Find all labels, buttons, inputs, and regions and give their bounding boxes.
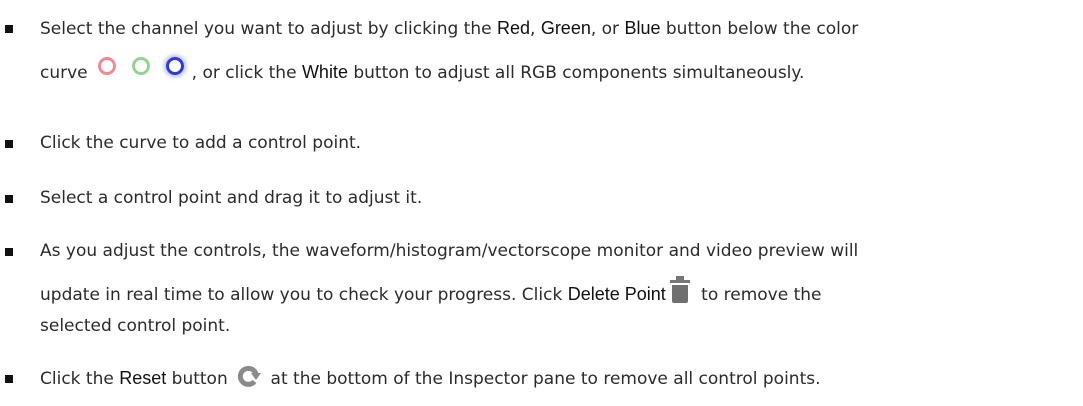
red-channel-icon[interactable] — [97, 57, 116, 75]
green-channel-icon[interactable] — [131, 57, 150, 75]
item-text: button below the color — [660, 19, 859, 39]
item-text: , — [530, 19, 541, 39]
item-text: , or click the — [191, 63, 302, 83]
item-line: As you adjust the controls, the waveform… — [40, 233, 1070, 270]
keyword-red: Red — [496, 18, 530, 38]
list-item: Select the channel you want to adjust by… — [5, 10, 1070, 92]
keyword-delete-point: Delete Point — [567, 284, 666, 304]
bullet — [5, 140, 13, 148]
keyword-white: White — [301, 62, 348, 82]
list-item: Click the Reset button at the bottom of … — [5, 360, 1070, 398]
item-text: Select the channel you want to adjust by… — [40, 19, 497, 39]
item-line: curve , or click the White button to adju… — [40, 54, 1070, 92]
trash-icon[interactable] — [669, 274, 690, 304]
bullet — [5, 25, 13, 33]
item-text: at the bottom of the Inspector pane to r… — [265, 369, 821, 389]
item-text: to remove the — [695, 285, 822, 305]
item-text: , or — [590, 19, 625, 39]
list-item: Select a control point and drag it to ad… — [5, 180, 1070, 217]
item-text: selected control point. — [40, 316, 231, 336]
bullet — [5, 375, 13, 383]
keyword-green: Green — [540, 18, 591, 38]
item-text: As you adjust the controls, the waveform… — [40, 241, 859, 261]
bullet — [5, 248, 13, 256]
list-item: As you adjust the controls, the waveform… — [5, 233, 1070, 345]
item-text: update in real time to allow you to chec… — [40, 285, 568, 305]
keyword-blue: Blue — [624, 18, 661, 38]
reset-icon[interactable] — [237, 364, 262, 388]
item-line: Select the channel you want to adjust by… — [40, 10, 1070, 48]
channel-buttons — [90, 46, 192, 83]
item-text: Click the curve to add a control point. — [40, 133, 362, 153]
blue-channel-icon[interactable] — [165, 57, 184, 75]
item-text: Select a control point and drag it to ad… — [40, 188, 423, 208]
keyword-reset: Reset — [119, 368, 167, 388]
item-text: button to adjust all RGB components simu… — [347, 63, 805, 83]
bullet — [5, 195, 13, 203]
list-item: Click the curve to add a control point. — [5, 125, 1070, 162]
item-text: curve — [40, 63, 88, 83]
item-text: Click the — [40, 369, 120, 389]
item-text: button — [166, 369, 234, 389]
